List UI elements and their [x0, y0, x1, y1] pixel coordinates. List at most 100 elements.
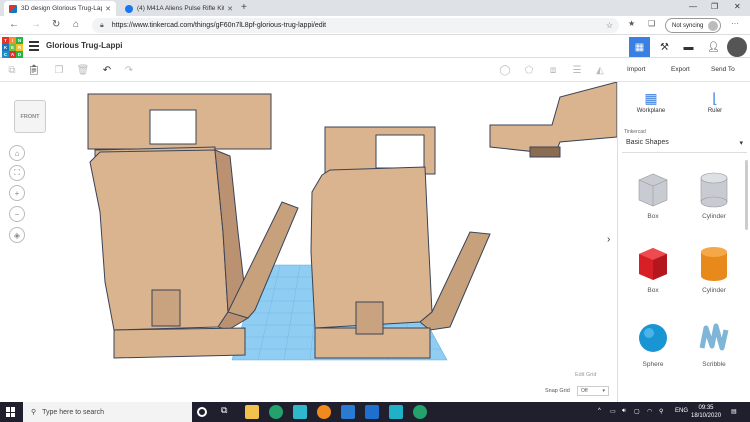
align-icon[interactable]: ☰	[570, 63, 584, 77]
tab-label: 3D design Glorious Trug-Lappi |	[21, 5, 102, 12]
shape-scribble[interactable]: Scribble	[689, 318, 739, 368]
ruler-label: Ruler	[707, 108, 723, 114]
snap-grid-select[interactable]: Off ▾	[577, 386, 609, 396]
fit-view-icon[interactable]: ⛶	[9, 165, 25, 181]
taskbar-search-field[interactable]: ⚲ Type here to search	[23, 402, 192, 422]
bricks-icon[interactable]: ▬	[678, 37, 699, 57]
light-bulb-icon[interactable]: ◯	[498, 63, 512, 77]
grid-view-icon[interactable]: ▦	[629, 37, 650, 57]
copy-icon[interactable]: ⧉	[5, 63, 19, 77]
view-cube[interactable]: FRONT	[14, 100, 46, 133]
send-to-button[interactable]: Send To	[711, 66, 735, 73]
redo-icon[interactable]: ↷	[122, 63, 136, 77]
tinkercad-favicon-icon	[9, 4, 17, 13]
action-bar: Import Export Send To	[617, 58, 750, 82]
bookmark-star-icon[interactable]: ☆	[606, 21, 613, 30]
tab-tinkercad[interactable]: 3D design Glorious Trug-Lappi | ✕	[4, 1, 116, 16]
zoom-in-icon[interactable]: +	[9, 185, 25, 201]
design-menu-icon[interactable]	[29, 41, 39, 51]
new-tab-button[interactable]: +	[241, 2, 247, 13]
tray-chevron-icon[interactable]: ^	[598, 408, 601, 414]
design-title[interactable]: Glorious Trug-Lappi	[46, 41, 122, 50]
shape-icon[interactable]: ⬠	[522, 63, 536, 77]
reload-icon[interactable]: ↻	[52, 19, 60, 30]
sphere-icon	[635, 318, 671, 358]
task-view-icon[interactable]: ⧉	[221, 405, 235, 419]
browser-menu-icon[interactable]: ···	[731, 19, 739, 28]
maximize-button[interactable]: ❐	[711, 2, 718, 11]
close-tab-icon[interactable]: ✕	[105, 5, 111, 13]
collections-icon[interactable]: ❏	[648, 19, 655, 28]
notifications-icon[interactable]: ▤	[731, 408, 737, 415]
duplicate-icon[interactable]: ❐	[52, 63, 66, 77]
facebook-favicon-icon	[125, 4, 133, 13]
store-icon[interactable]	[365, 405, 379, 419]
windows-taskbar: ⚲ Type here to search ⧉ ^ ▭ 🔊︎ ▢ ◠ ⚲ ENG…	[0, 402, 750, 422]
import-button[interactable]: Import	[627, 66, 645, 73]
3d-canvas[interactable]: FRONT ⌂ ⛶ + − ◈ › Edit Grid Snap Grid Of…	[0, 82, 617, 402]
app-c-icon[interactable]	[389, 405, 403, 419]
shape-label: Box	[647, 287, 659, 294]
shape-sphere[interactable]: Sphere	[628, 318, 678, 368]
shape-box[interactable]: Box	[628, 244, 678, 294]
perspective-icon[interactable]: ◈	[9, 227, 25, 243]
cortana-icon[interactable]	[197, 407, 207, 417]
minimize-button[interactable]: —	[689, 2, 697, 11]
cylinder-icon	[696, 244, 732, 284]
logo-letter: I	[9, 37, 16, 44]
display-icon[interactable]: ▢	[634, 408, 640, 415]
sync-status-button[interactable]: Not syncing	[665, 18, 721, 33]
home-view-icon[interactable]: ⌂	[9, 145, 25, 161]
tinkercad-logo[interactable]: T I N K E R C A D	[2, 37, 23, 58]
app-l-icon[interactable]	[293, 405, 307, 419]
group-icon[interactable]: ⧈	[546, 63, 560, 77]
panel-scrollbar[interactable]	[745, 160, 748, 230]
edit-toolbar: ⧉ 📋︎ ❐ 🗑︎ ↶ ↷ ◯ ⬠ ⧈ ☰ ◭	[0, 58, 617, 82]
browser-tab-strip: 3D design Glorious Trug-Lappi | ✕ (4) M4…	[0, 0, 750, 16]
shape-cylinder[interactable]: Cylinder	[689, 244, 739, 294]
paste-icon[interactable]: 📋︎	[27, 63, 41, 77]
cabinet-far-part	[489, 82, 617, 158]
library-value: Basic Shapes	[626, 139, 669, 146]
forward-arrow-icon[interactable]: →	[31, 19, 41, 30]
workplane-tool[interactable]: ▦ Workplane	[626, 88, 676, 114]
export-button[interactable]: Export	[671, 66, 690, 73]
build-tools-icon[interactable]: ⚒	[654, 37, 675, 57]
app-orange-icon[interactable]	[317, 405, 331, 419]
back-arrow-icon[interactable]: ←	[9, 19, 19, 30]
delete-icon[interactable]: 🗑︎	[76, 63, 90, 77]
zoom-out-icon[interactable]: −	[9, 206, 25, 222]
battery-icon[interactable]: ▭	[610, 408, 616, 415]
sync-label: Not syncing	[672, 22, 704, 29]
mail-icon[interactable]	[341, 405, 355, 419]
user-avatar[interactable]	[727, 37, 747, 57]
url-field[interactable]: 🔒︎ https://www.tinkercad.com/things/gF60…	[92, 18, 619, 33]
home-icon[interactable]: ⌂	[73, 19, 79, 30]
link-icon[interactable]: ⚲	[659, 408, 663, 415]
close-window-button[interactable]: ✕	[734, 2, 741, 11]
ruler-tool[interactable]: ⌊ Ruler	[690, 88, 740, 114]
shape-library-select[interactable]: Basic Shapes ▾	[622, 133, 747, 153]
file-explorer-icon[interactable]	[245, 405, 259, 419]
mirror-icon[interactable]: ◭	[593, 63, 607, 77]
edge-icon[interactable]	[269, 405, 283, 419]
windows-start-icon[interactable]	[6, 407, 16, 417]
shape-box-hole[interactable]: Box	[628, 170, 678, 220]
volume-icon[interactable]: 🔊︎	[622, 408, 626, 415]
shape-cylinder-hole[interactable]: Cylinder	[689, 170, 739, 220]
edit-grid-link[interactable]: Edit Grid	[575, 372, 596, 378]
collapse-panel-chevron-icon[interactable]: ›	[607, 234, 617, 250]
clock[interactable]: 09:35 18/10/2020	[691, 404, 721, 420]
edge-active-icon[interactable]	[413, 405, 427, 419]
undo-icon[interactable]: ↶	[100, 63, 114, 77]
wifi-icon[interactable]: ◠	[647, 408, 652, 415]
snap-grid-label: Snap Grid	[545, 388, 570, 394]
favorites-icon[interactable]: ★	[628, 19, 635, 28]
tab-facebook[interactable]: (4) M41A Aliens Pulse Rifle Kit | ✕	[120, 1, 238, 16]
language-indicator[interactable]: ENG	[675, 408, 688, 414]
box-hole-icon	[635, 170, 671, 210]
workplane-icon: ▦	[644, 90, 658, 106]
logo-letter: D	[16, 51, 23, 58]
add-user-icon[interactable]: 👤︎	[703, 37, 724, 57]
close-tab-icon[interactable]: ✕	[227, 5, 233, 13]
